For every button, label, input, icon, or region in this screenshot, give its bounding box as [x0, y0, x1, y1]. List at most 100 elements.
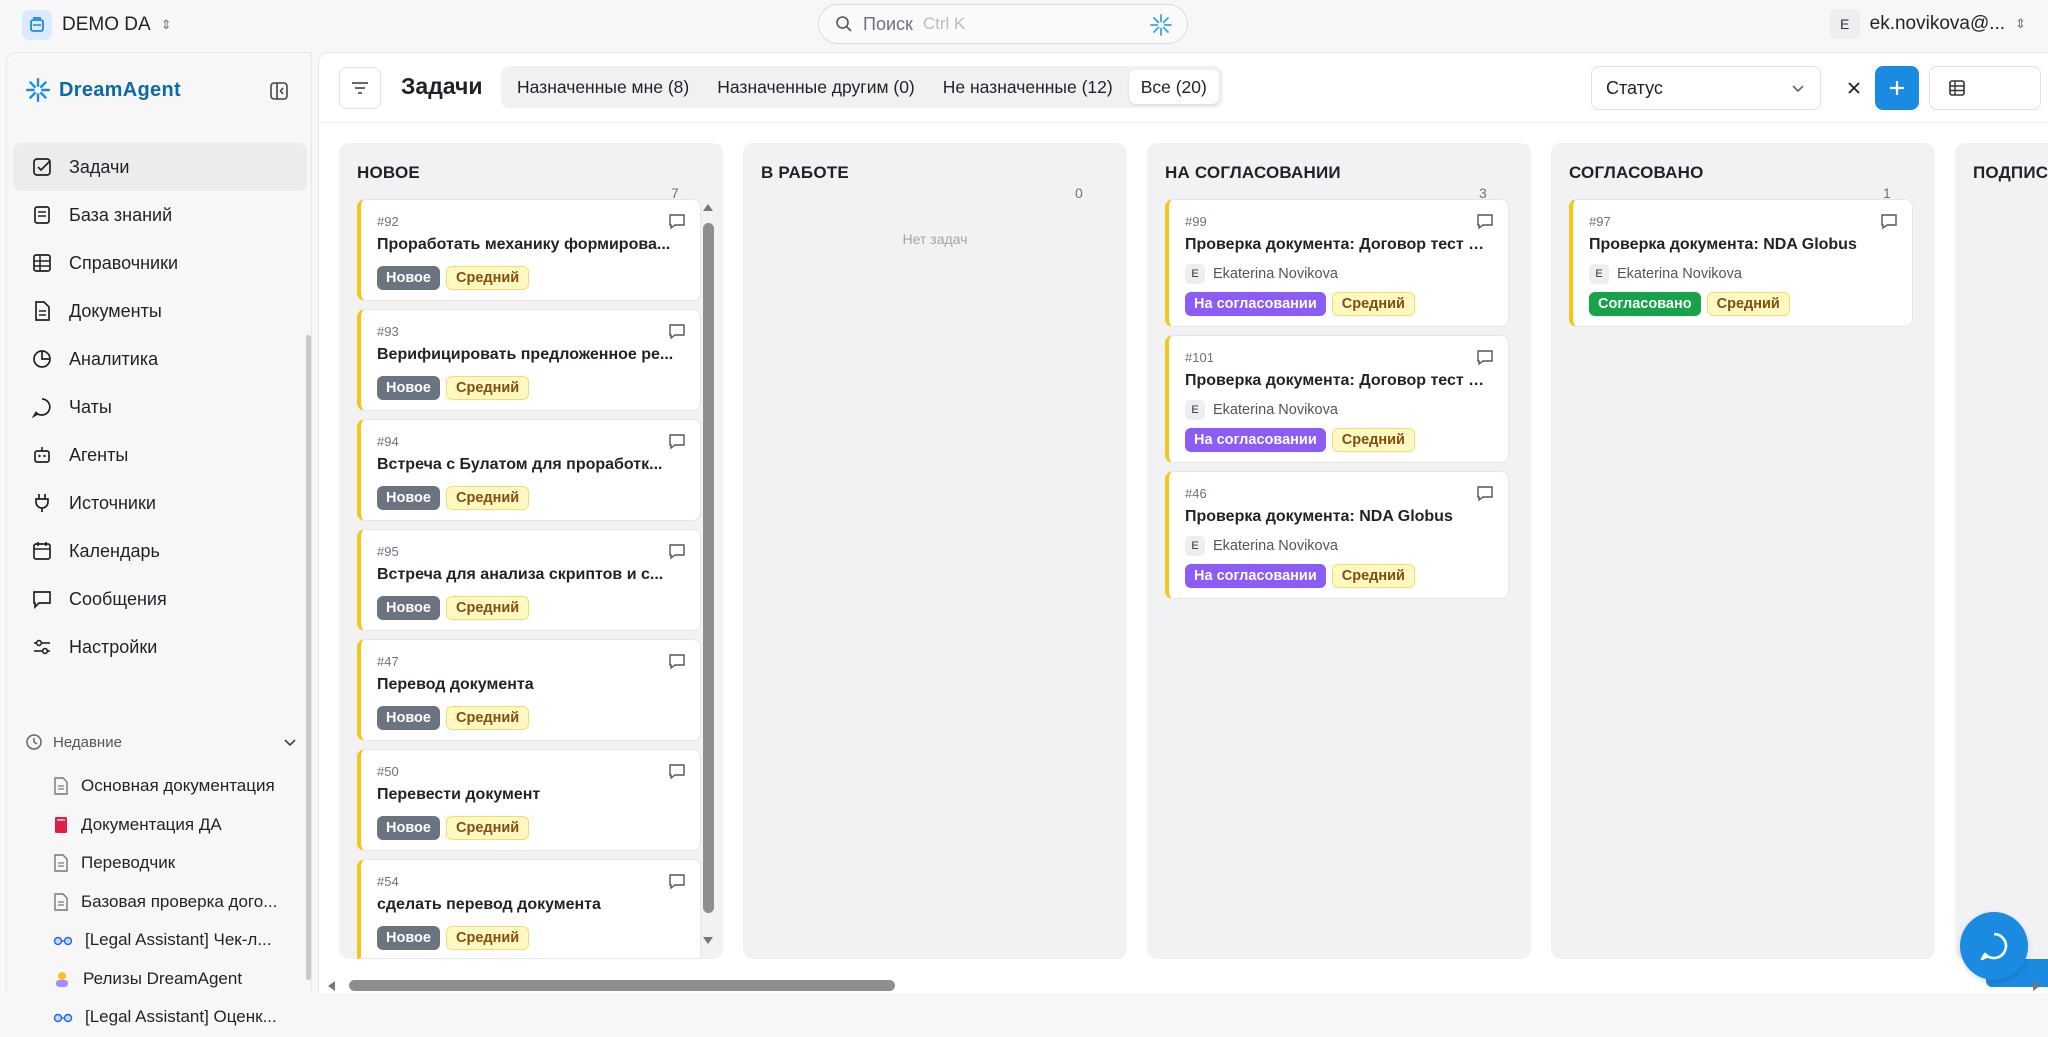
brand-logo[interactable]: DreamAgent: [25, 77, 181, 103]
priority-badge: Средний: [445, 376, 530, 400]
task-badges: Согласовано Средний: [1589, 292, 1790, 316]
recent-item[interactable]: [Legal Assistant] Оценк...: [53, 998, 303, 1037]
scroll-down-arrow-icon[interactable]: [701, 935, 715, 947]
sidebar-item-tasks[interactable]: Задачи: [13, 143, 307, 191]
comment-icon[interactable]: [668, 542, 686, 560]
dreamagent-logo-icon: [25, 77, 51, 103]
user-menu[interactable]: E ek.novikova@... ⇕: [1829, 8, 2026, 40]
assignee: E Ekaterina Novikova: [1185, 264, 1338, 284]
sidebar-scrollbar[interactable]: [306, 335, 311, 980]
task-badges: Новое Средний: [377, 816, 530, 840]
support-chat-button[interactable]: [1960, 912, 2028, 980]
document-icon: [54, 777, 68, 795]
column-new: НОВОЕ 7 #92 Проработать механику формиров…: [339, 143, 723, 959]
comment-icon[interactable]: [1476, 484, 1494, 502]
comment-icon[interactable]: [668, 762, 686, 780]
task-card[interactable]: #92 Проработать механику формирова... Но…: [357, 199, 701, 301]
close-icon: [1848, 82, 1860, 94]
view-toggle: [1929, 66, 2048, 987]
collapse-sidebar-icon[interactable]: [269, 81, 289, 106]
tab-assigned-to-others[interactable]: Назначенные другим (0): [705, 70, 927, 104]
recent-item[interactable]: Базовая проверка дого...: [53, 883, 303, 922]
recent-item[interactable]: Релизы DreamAgent: [53, 960, 303, 999]
task-card[interactable]: #95 Встреча для анализа скриптов и с... …: [357, 529, 701, 631]
sidebar-item-analytics[interactable]: Аналитика: [13, 335, 307, 383]
table-view-button[interactable]: [1936, 71, 1978, 105]
add-task-button[interactable]: [1875, 66, 1919, 110]
tab-all[interactable]: Все (20): [1128, 70, 1219, 104]
recent-item[interactable]: Основная документация: [53, 767, 303, 806]
scroll-left-arrow-icon[interactable]: [325, 979, 337, 993]
sidebar-item-knowledge-base[interactable]: База знаний: [13, 191, 307, 239]
task-card[interactable]: #99 Проверка документа: Договор тест ко.…: [1165, 199, 1509, 327]
sidebar-item-settings[interactable]: Настройки: [13, 623, 307, 671]
comment-icon[interactable]: [668, 212, 686, 230]
recent-label: Недавние: [53, 733, 122, 751]
clear-filter-button[interactable]: [1839, 73, 1869, 103]
task-card[interactable]: #50 Перевести документ Новое Средний: [357, 749, 701, 851]
task-card[interactable]: #94 Встреча с Булатом для проработк... Н…: [357, 419, 701, 521]
sidebar-item-chats[interactable]: Чаты: [13, 383, 307, 431]
task-card[interactable]: #54 сделать перевод документа Новое Средн…: [357, 859, 701, 959]
sidebar-item-label: Календарь: [69, 540, 160, 561]
comment-icon[interactable]: [1880, 212, 1898, 230]
column-title: В РАБОТЕ 0: [761, 163, 1111, 201]
scrollbar-thumb[interactable]: [349, 980, 895, 991]
assignee-name: Ekaterina Novikova: [1213, 402, 1338, 418]
comment-icon[interactable]: [1476, 212, 1494, 230]
scrollbar-thumb[interactable]: [703, 223, 714, 913]
page-title: Задачи: [401, 73, 483, 99]
task-title: Перевести документ: [377, 786, 541, 803]
chat-bubble-icon: [1980, 932, 2008, 961]
sidebar-item-sources[interactable]: Источники: [13, 479, 307, 527]
task-id: #92: [377, 214, 399, 229]
scroll-up-arrow-icon[interactable]: [701, 201, 715, 213]
recent-section-header[interactable]: Недавние: [25, 733, 297, 751]
task-title: Перевод документа: [377, 676, 534, 693]
sidebar-item-documents[interactable]: Документы: [13, 287, 307, 335]
workspace-switcher[interactable]: DEMO DA ⇕: [22, 10, 172, 40]
recent-item-label: Базовая проверка дого...: [81, 891, 278, 911]
task-card[interactable]: #97 Проверка документа: NDA Globus E Ekat…: [1569, 199, 1913, 327]
sidebar: DreamAgent Задачи База знаний Справочник…: [6, 52, 312, 1026]
sidebar-item-label: Справочники: [69, 252, 179, 273]
sidebar-item-agents[interactable]: Агенты: [13, 431, 307, 479]
filter-button[interactable]: [339, 67, 381, 109]
sidebar-item-calendar[interactable]: Календарь: [13, 527, 307, 575]
task-card[interactable]: #46 Проверка документа: NDA Globus E Ekat…: [1165, 471, 1509, 599]
column-scrollbar[interactable]: [701, 201, 715, 947]
sidebar-item-messages[interactable]: Сообщения: [13, 575, 307, 623]
tab-assigned-to-me[interactable]: Назначенные мне (8): [505, 70, 701, 104]
comment-icon[interactable]: [668, 322, 686, 340]
top-bar: DEMO DA ⇕ Поиск Ctrl K E ek.novikova@...…: [0, 0, 2048, 50]
task-id: #93: [377, 324, 399, 339]
chevron-down-icon: [1792, 85, 1804, 93]
scroll-right-arrow-icon[interactable]: [2031, 979, 2043, 993]
status-badge: Новое: [377, 816, 440, 840]
recent-item[interactable]: [Legal Assistant] Чек-л...: [53, 921, 303, 960]
search-box[interactable]: Поиск Ctrl K: [818, 4, 1188, 44]
task-card[interactable]: #101 Проверка документа: Договор тест ко…: [1165, 335, 1509, 463]
status-select[interactable]: Статус: [1591, 66, 1821, 110]
check-square-icon: [33, 158, 51, 176]
document-icon: [54, 854, 68, 872]
task-badges: Новое Средний: [377, 376, 530, 400]
main-panel: Задачи Назначенные мне (8) Назначенные д…: [318, 52, 2048, 993]
task-card[interactable]: #47 Перевод документа Новое Средний: [357, 639, 701, 741]
sidebar-item-references[interactable]: Справочники: [13, 239, 307, 287]
ai-spark-icon[interactable]: [1149, 13, 1173, 37]
status-badge: Новое: [377, 706, 440, 730]
column-title: ПОДПИС: [1973, 163, 2048, 183]
search-shortcut: Ctrl K: [922, 14, 966, 33]
recent-item[interactable]: Переводчик: [53, 844, 303, 883]
column-approved: СОГЛАСОВАНО 1 #97 Проверка документа: NDA…: [1551, 143, 1935, 959]
task-card[interactable]: #93 Верифицировать предложенное ре... Но…: [357, 309, 701, 411]
recent-item[interactable]: Документация ДА: [53, 806, 303, 845]
comment-icon[interactable]: [668, 432, 686, 450]
priority-badge: Средний: [445, 486, 530, 510]
comment-icon[interactable]: [668, 652, 686, 670]
board-horizontal-scrollbar[interactable]: [319, 977, 2048, 993]
tab-unassigned[interactable]: Не назначенные (12): [931, 70, 1125, 104]
comment-icon[interactable]: [668, 872, 686, 890]
comment-icon[interactable]: [1476, 348, 1494, 366]
